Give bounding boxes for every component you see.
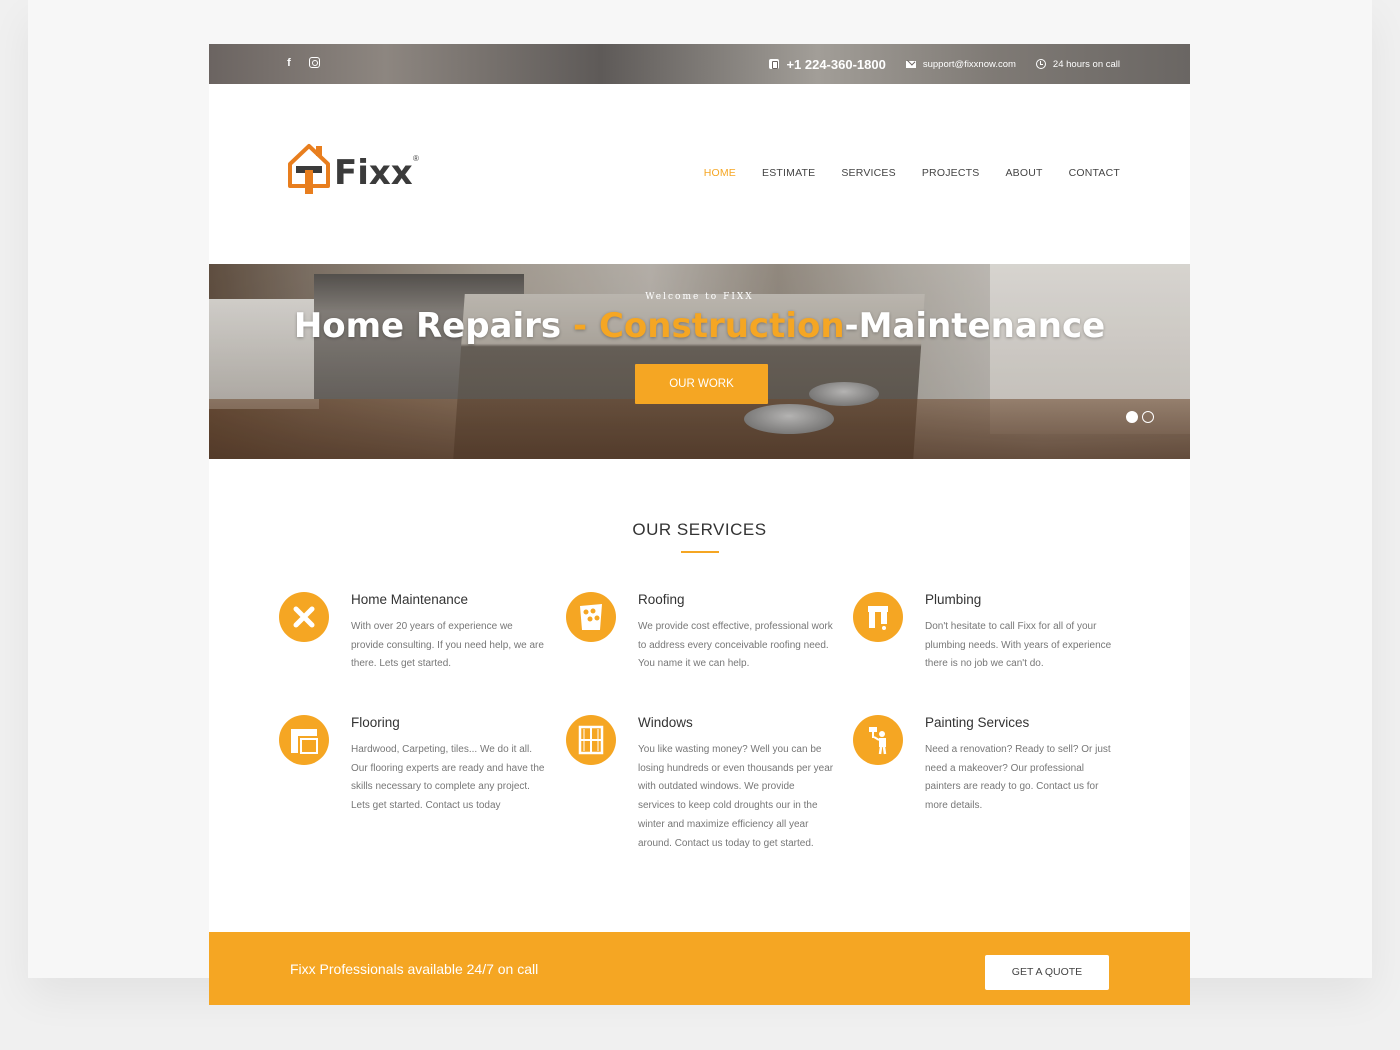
service-description: Hardwood, Carpeting, tiles... We do it a… (351, 744, 545, 812)
painter-icon (853, 715, 903, 765)
phone-icon (769, 59, 780, 69)
nav-projects[interactable]: PROJECTS (922, 167, 980, 179)
hero-title: Home Repairs - Construction-Maintenance (209, 306, 1190, 346)
nav-home[interactable]: HOME (704, 167, 736, 179)
phone-item[interactable]: +1 224-360-1800 (769, 57, 886, 72)
hero-title-part1: Home Repairs (293, 306, 562, 346)
service-description: With over 20 years of experience we prov… (351, 621, 544, 670)
hours-item: 24 hours on call (1035, 58, 1120, 70)
slider-dots (1126, 411, 1154, 423)
services-underline (681, 551, 719, 553)
nav-services[interactable]: SERVICES (841, 167, 896, 179)
website-page: f +1 224-360-1800 support@fixxnow.com 24… (209, 44, 1190, 1005)
house-hammer-icon (288, 144, 330, 194)
nav-about[interactable]: ABOUT (1005, 167, 1042, 179)
services-heading: OUR SERVICES (632, 520, 767, 539)
service-description: You like wasting money? Well you can be … (638, 744, 834, 849)
service-title: Painting Services (925, 715, 1030, 730)
service-description: Need a renovation? Ready to sell? Or jus… (925, 744, 1111, 812)
registered-mark: ® (413, 154, 419, 163)
service-title: Home Maintenance (351, 592, 469, 607)
our-work-button[interactable]: OUR WORK (635, 364, 768, 404)
hero-slider: Welcome to FIXX Home Repairs - Construct… (209, 264, 1190, 459)
nav-contact[interactable]: CONTACT (1069, 167, 1120, 179)
cta-text: Fixx Professionals available 24/7 on cal… (290, 961, 539, 977)
instagram-icon[interactable] (309, 57, 320, 68)
get-quote-button[interactable]: GET A QUOTE (985, 955, 1109, 990)
window-icon (566, 715, 616, 765)
logo[interactable]: Fixx ® (286, 142, 426, 198)
service-description: We provide cost effective, professional … (638, 621, 833, 670)
slider-dot-2[interactable] (1142, 411, 1154, 423)
hours-text: 24 hours on call (1052, 58, 1120, 70)
roof-tiles-icon (566, 592, 616, 642)
top-bar: f +1 224-360-1800 support@fixxnow.com 24… (209, 44, 1190, 84)
main-nav: HOME ESTIMATE SERVICES PROJECTS ABOUT CO… (704, 167, 1120, 179)
facebook-icon[interactable]: f (283, 56, 295, 70)
contact-info: +1 224-360-1800 support@fixxnow.com 24 h… (769, 44, 1120, 84)
mail-icon (905, 60, 916, 68)
tools-icon (279, 592, 329, 642)
email-address[interactable]: support@fixxnow.com (923, 59, 1016, 70)
service-title: Flooring (351, 715, 400, 730)
service-title: Plumbing (925, 592, 982, 607)
hero-welcome: Welcome to FIXX (645, 292, 754, 302)
cta-band: Fixx Professionals available 24/7 on cal… (209, 932, 1190, 1005)
faucet-icon (853, 592, 903, 642)
hero-title-part2: Construction (598, 306, 845, 346)
service-description: Don't hesitate to call Fixx for all of y… (925, 621, 1112, 670)
site-header: Fixx ® HOME ESTIMATE SERVICES PROJECTS A… (209, 84, 1190, 264)
social-links: f (283, 56, 320, 70)
slider-dot-1[interactable] (1126, 411, 1138, 423)
hero-title-separator: - (561, 306, 599, 346)
email-item[interactable]: support@fixxnow.com (905, 59, 1016, 70)
flooring-icon (279, 715, 329, 765)
service-title: Windows (638, 715, 693, 730)
phone-number[interactable]: +1 224-360-1800 (786, 57, 885, 72)
nav-estimate[interactable]: ESTIMATE (762, 167, 815, 179)
logo-wordmark: Fixx (334, 153, 413, 193)
hero-title-part3: -Maintenance (844, 306, 1106, 346)
service-title: Roofing (638, 592, 685, 607)
clock-icon (1035, 59, 1046, 69)
